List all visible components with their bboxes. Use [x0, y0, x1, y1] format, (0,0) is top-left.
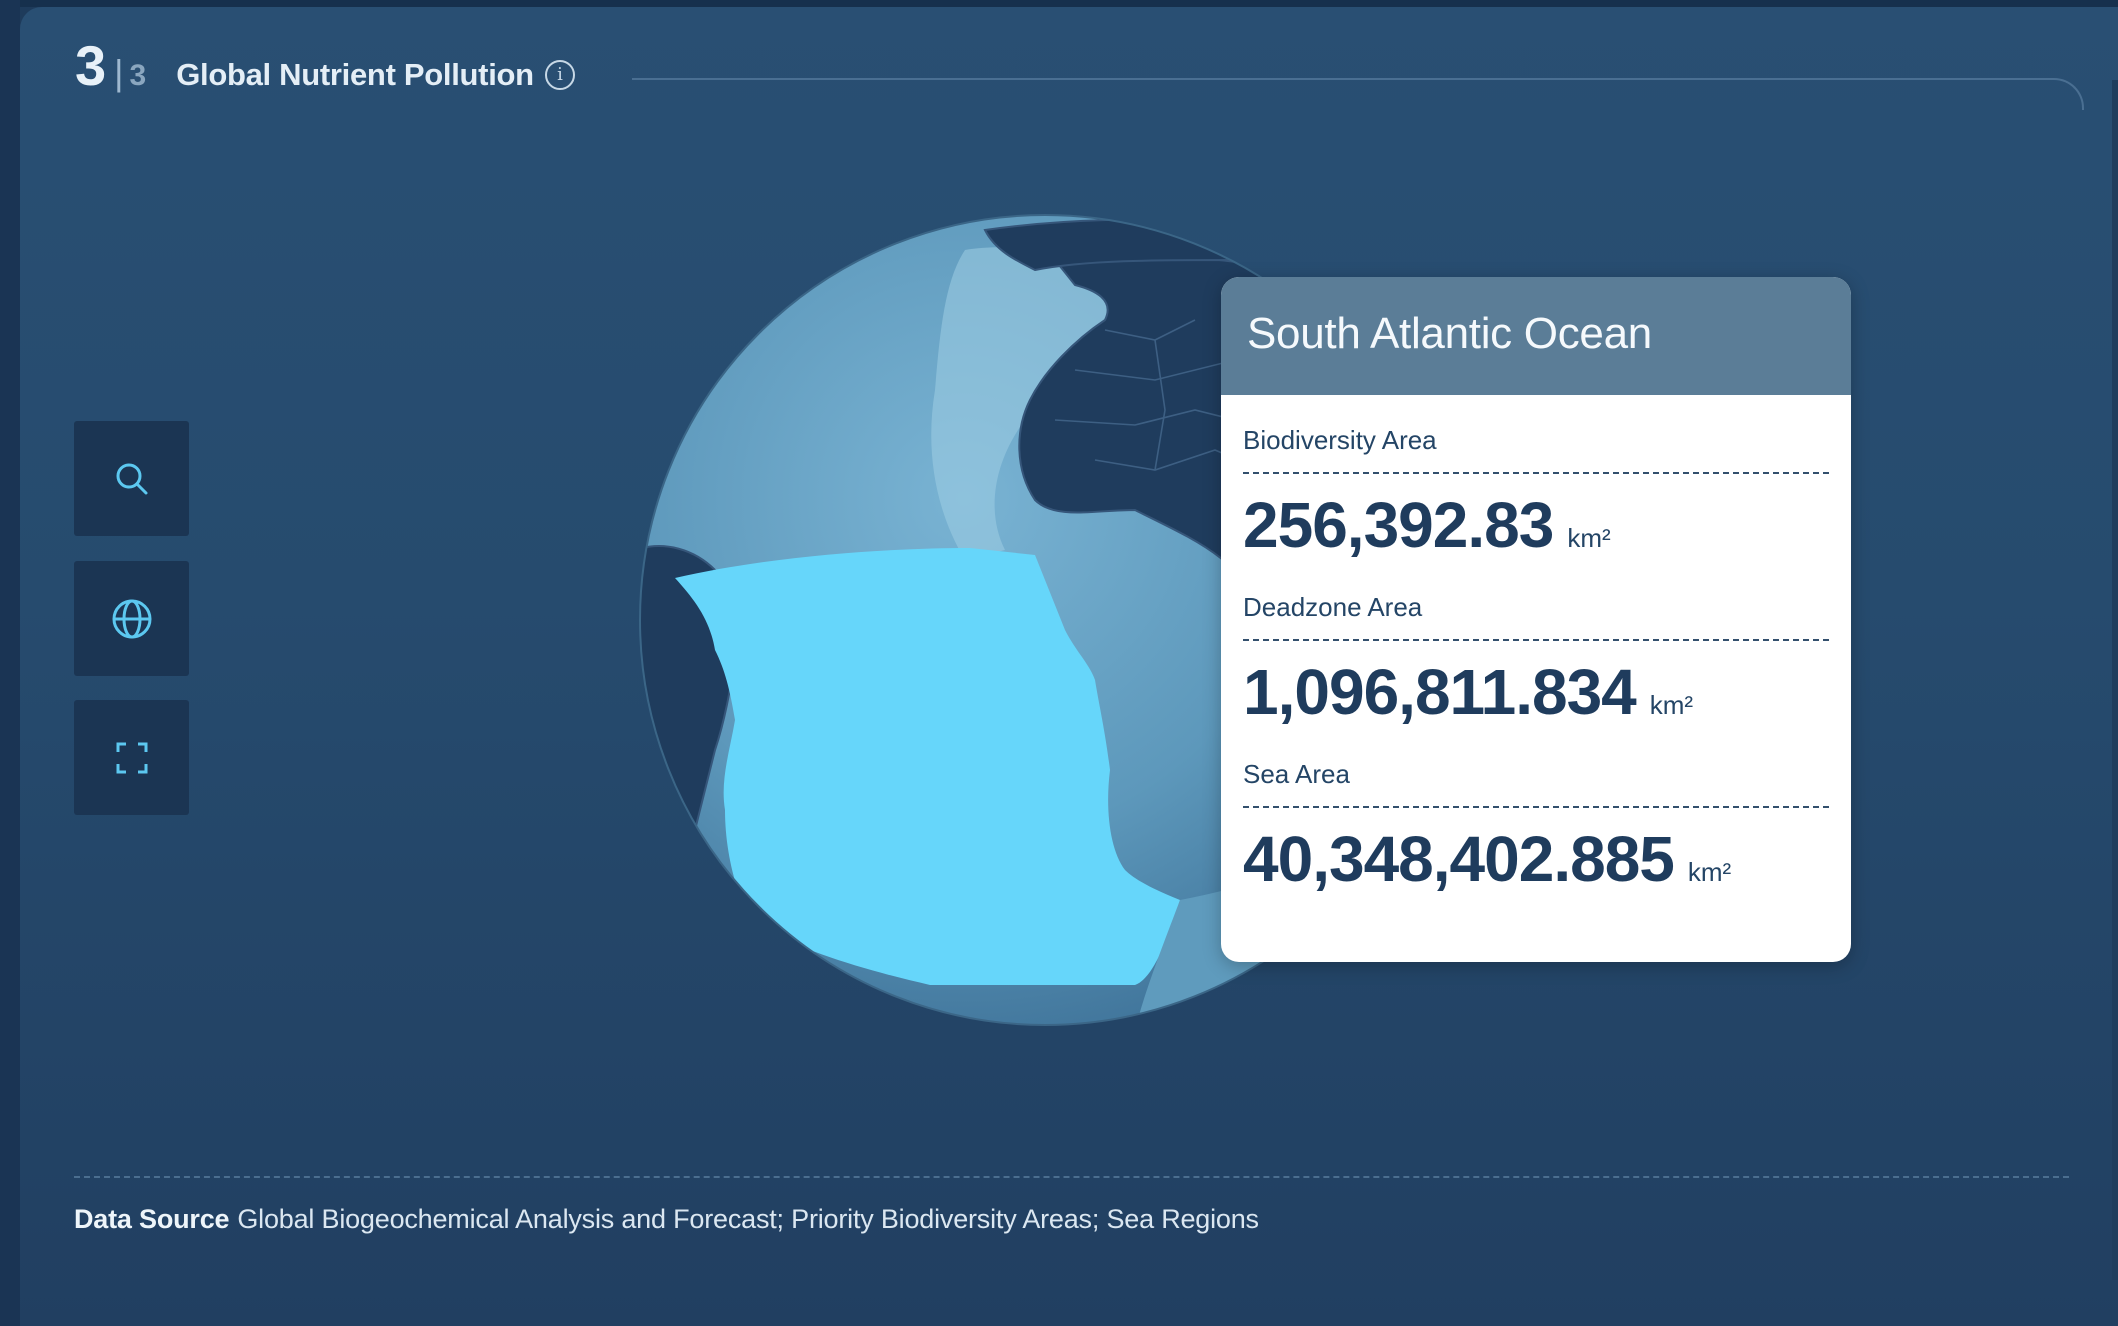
step-separator: |	[114, 52, 124, 93]
header-rule	[632, 78, 2084, 110]
metric-unit: km²	[1649, 690, 1694, 720]
data-source-text: Global Biogeochemical Analysis and Forec…	[237, 1204, 1259, 1234]
metric-value: 256,392.83	[1243, 489, 1554, 561]
globe-icon	[112, 599, 151, 638]
footer-divider	[74, 1176, 2069, 1178]
left-border	[0, 0, 20, 1326]
metric-value: 40,348,402.885	[1243, 823, 1675, 895]
right-edge	[2112, 80, 2118, 1280]
step-total: 3	[129, 59, 147, 92]
section-header: 3 | 3 Global Nutrient Pollution	[75, 38, 534, 118]
metric-label: Biodiversity Area	[1243, 425, 1829, 474]
metric-label: Sea Area	[1243, 759, 1829, 808]
region-tooltip: South Atlantic Ocean Biodiversity Area 2…	[1221, 277, 1851, 962]
metric-unit: km²	[1567, 523, 1611, 553]
search-icon	[116, 463, 147, 494]
region-title: South Atlantic Ocean	[1221, 277, 1851, 395]
data-source-label: Data Source	[74, 1204, 230, 1234]
fullscreen-button[interactable]	[74, 700, 189, 815]
info-icon[interactable]: i	[545, 60, 575, 90]
search-button[interactable]	[74, 421, 189, 536]
metric-unit: km²	[1687, 857, 1732, 887]
fullscreen-icon	[116, 742, 147, 773]
globe-view-button[interactable]	[74, 561, 189, 676]
top-border	[0, 0, 2118, 7]
metric-label: Deadzone Area	[1243, 592, 1829, 641]
metric-biodiversity: Biodiversity Area 256,392.83 km²	[1243, 425, 1829, 562]
region-metrics: Biodiversity Area 256,392.83 km² Deadzon…	[1221, 425, 1851, 896]
metric-sea-area: Sea Area 40,348,402.885 km²	[1243, 759, 1829, 896]
app-root: 3 | 3 Global Nutrient Pollution i South …	[0, 0, 2118, 1326]
step-current: 3	[75, 34, 107, 97]
data-source: Data Source Global Biogeochemical Analysi…	[74, 1204, 1259, 1235]
metric-deadzone: Deadzone Area 1,096,811.834 km²	[1243, 592, 1829, 729]
metric-value: 1,096,811.834	[1243, 656, 1637, 728]
page-title: Global Nutrient Pollution	[176, 57, 534, 92]
